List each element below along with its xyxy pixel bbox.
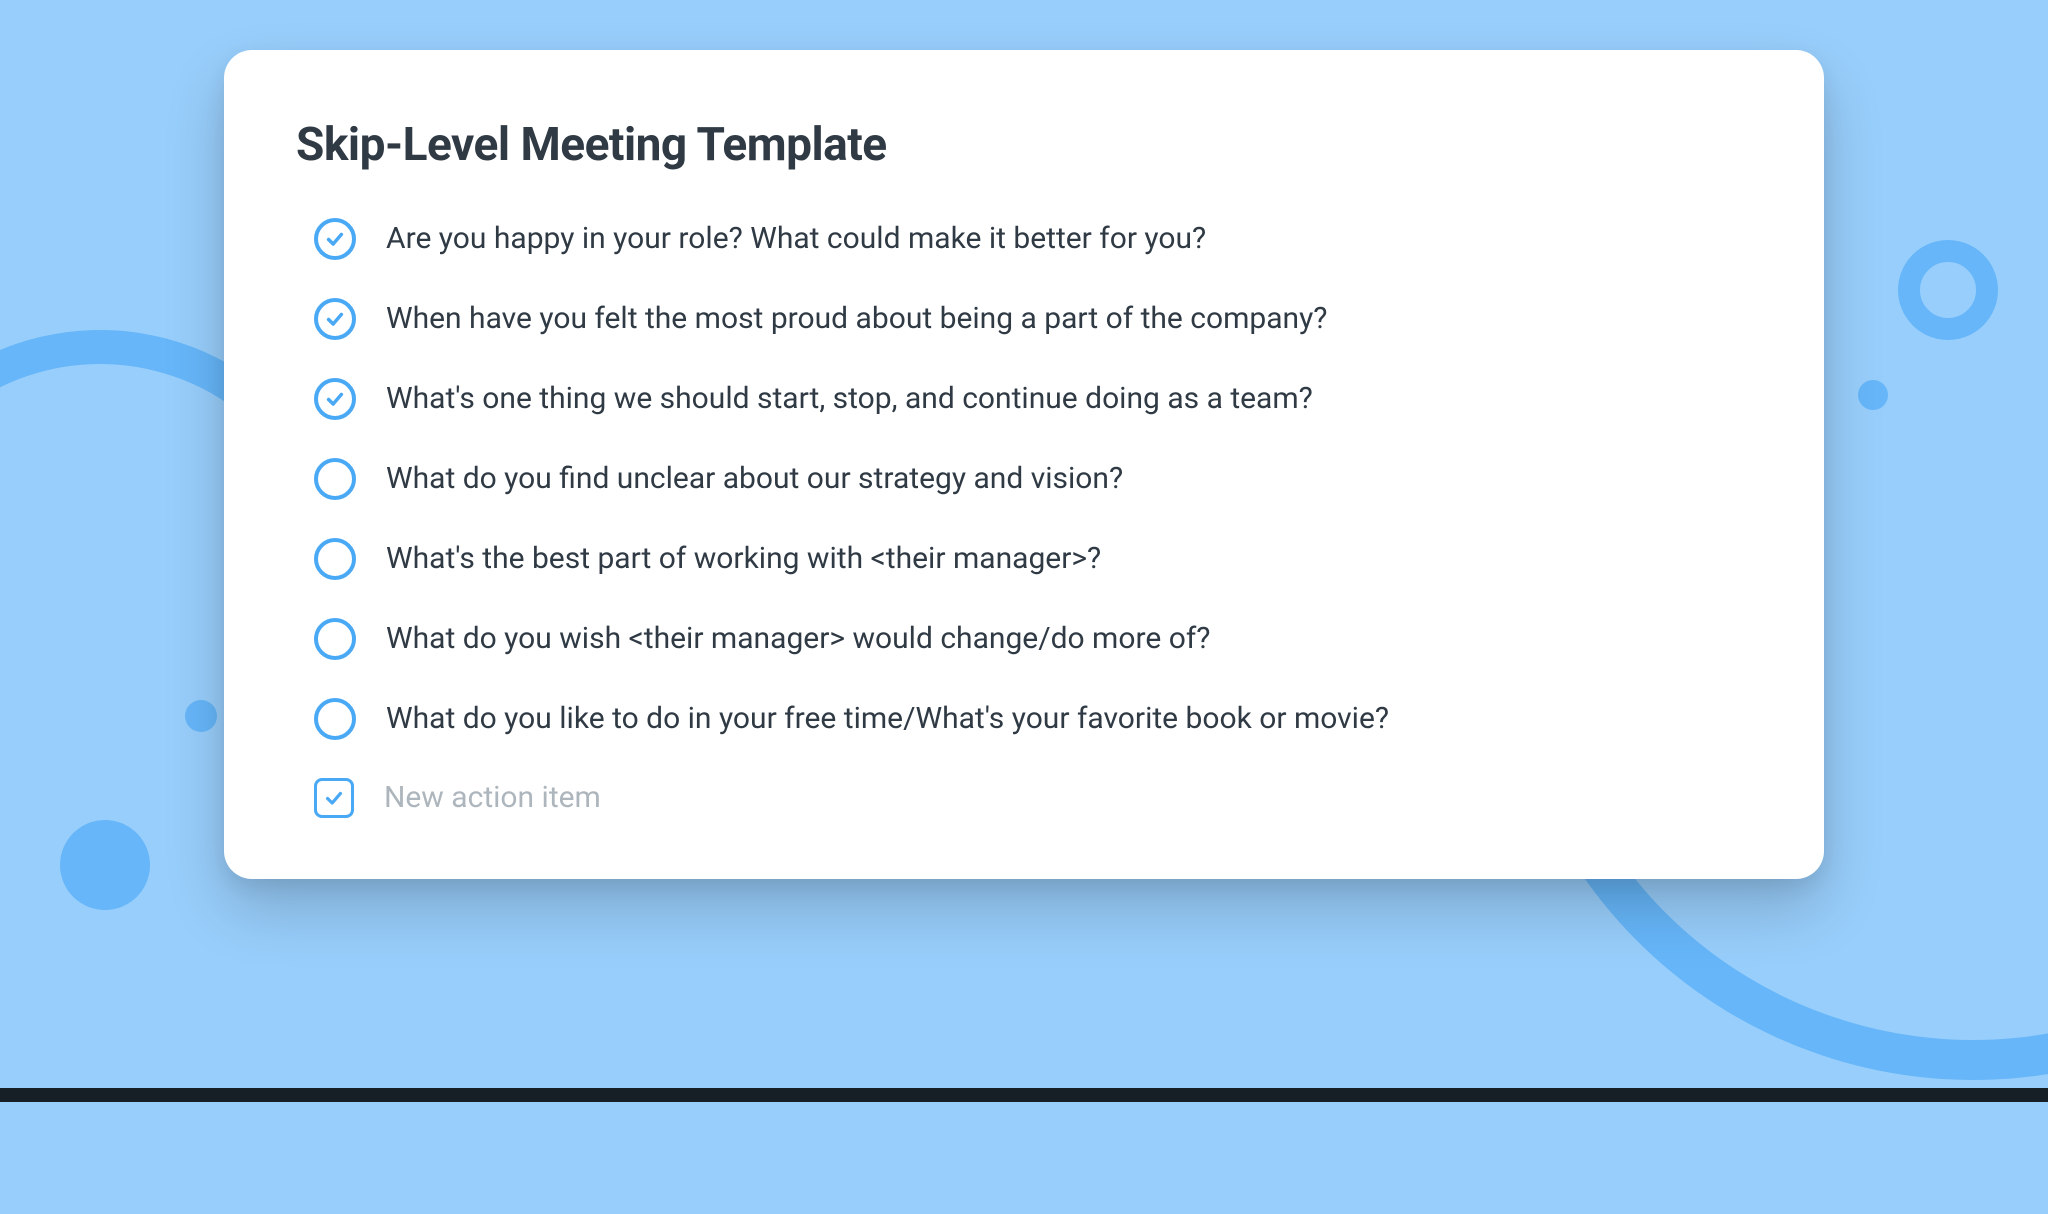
question-text: What do you wish <their manager> would c… (386, 619, 1210, 660)
list-item: What do you wish <their manager> would c… (314, 618, 1752, 660)
checkbox-circle[interactable] (314, 378, 356, 420)
decorative-ring (1898, 240, 1998, 340)
checkbox-circle[interactable] (314, 618, 356, 660)
new-action-item-row[interactable]: New action item (314, 778, 1752, 819)
list-item: What's the best part of working with <th… (314, 538, 1752, 580)
question-text: What's the best part of working with <th… (386, 539, 1101, 580)
checkbox-circle[interactable] (314, 458, 356, 500)
new-action-item-placeholder[interactable]: New action item (384, 778, 601, 819)
template-card: Skip-Level Meeting Template Are you happ… (224, 50, 1824, 879)
checkbox-circle[interactable] (314, 698, 356, 740)
decorative-dot (185, 700, 217, 732)
question-text: When have you felt the most proud about … (386, 299, 1327, 340)
bottom-bar (0, 1088, 2048, 1102)
question-text: What do you like to do in your free time… (386, 699, 1389, 740)
list-item: When have you felt the most proud about … (314, 298, 1752, 340)
checkbox-square-icon[interactable] (314, 778, 354, 818)
question-text: What do you find unclear about our strat… (386, 459, 1123, 500)
question-text: Are you happy in your role? What could m… (386, 219, 1206, 260)
list-item: What do you like to do in your free time… (314, 698, 1752, 740)
decorative-dot (60, 820, 150, 910)
checkbox-circle[interactable] (314, 538, 356, 580)
page-title: Skip-Level Meeting Template (296, 118, 1752, 172)
decorative-dot (1858, 380, 1888, 410)
list-item: Are you happy in your role? What could m… (314, 218, 1752, 260)
question-text: What's one thing we should start, stop, … (386, 379, 1313, 420)
question-list: Are you happy in your role? What could m… (296, 218, 1752, 819)
list-item: What's one thing we should start, stop, … (314, 378, 1752, 420)
list-item: What do you find unclear about our strat… (314, 458, 1752, 500)
checkbox-circle[interactable] (314, 298, 356, 340)
checkbox-circle[interactable] (314, 218, 356, 260)
